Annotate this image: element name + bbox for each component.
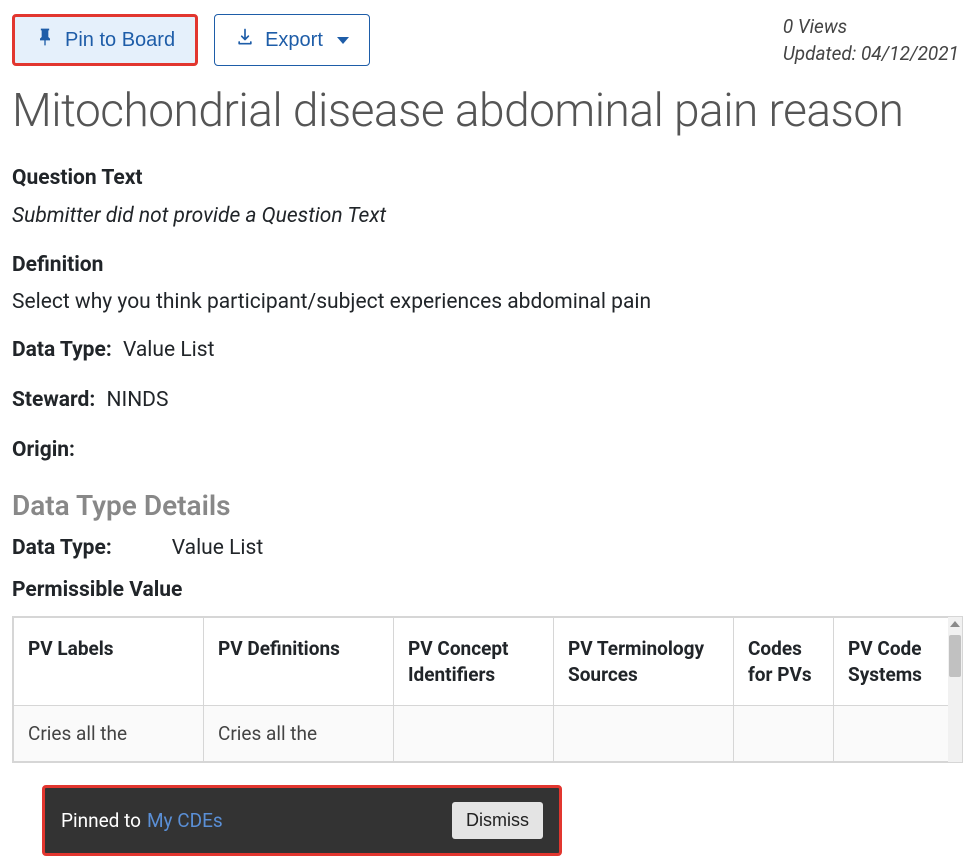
data-type-value: Value List [123, 338, 214, 362]
page-title: Mitochondrial disease abdominal pain rea… [0, 67, 975, 146]
details-data-type-label: Data Type: [12, 536, 112, 560]
data-type-label: Data Type: [12, 338, 112, 362]
meta-info: 0 Views Updated: 04/12/2021 [783, 14, 963, 67]
data-type-details-title: Data Type Details [12, 489, 963, 522]
pin-to-board-button[interactable]: Pin to Board [12, 14, 198, 66]
th-codes-for-pvs: Codes for PVs [734, 618, 834, 706]
updated-date: Updated: 04/12/2021 [783, 41, 959, 68]
toast-link[interactable]: My CDEs [147, 809, 223, 832]
th-pv-concept-identifiers: PV Concept Identifiers [394, 618, 554, 706]
export-button-label: Export [265, 29, 323, 52]
question-text-label: Question Text [12, 162, 963, 196]
export-button[interactable]: Export [214, 14, 370, 66]
steward-label: Steward: [12, 388, 95, 412]
table-header-row: PV Labels PV Definitions PV Concept Iden… [14, 618, 964, 706]
download-icon [235, 27, 255, 53]
permissible-value-table: PV Labels PV Definitions PV Concept Iden… [13, 617, 963, 762]
views-count: 0 Views [783, 14, 959, 41]
permissible-value-label: Permissible Value [12, 578, 963, 602]
chevron-down-icon [337, 37, 349, 44]
definition-value: Select why you think participant/subject… [12, 287, 963, 319]
scrollbar[interactable] [948, 617, 962, 762]
th-pv-code-systems: PV Code Systems [834, 618, 964, 706]
th-pv-definitions: PV Definitions [204, 618, 394, 706]
scrollbar-thumb[interactable] [949, 635, 961, 677]
pin-button-label: Pin to Board [65, 29, 175, 52]
th-pv-labels: PV Labels [14, 618, 204, 706]
origin-label: Origin: [12, 438, 75, 462]
permissible-value-table-wrap: PV Labels PV Definitions PV Concept Iden… [12, 616, 963, 763]
scroll-up-icon [950, 621, 960, 627]
details-data-type-value: Value List [172, 536, 263, 560]
toast-prefix: Pinned to [61, 809, 141, 832]
cell-pv-terminology [554, 706, 734, 762]
cell-pv-label: Cries all the [14, 706, 204, 762]
toast-notification: Pinned to My CDEs Dismiss [42, 785, 562, 856]
cell-codes [734, 706, 834, 762]
dismiss-button[interactable]: Dismiss [452, 802, 543, 839]
definition-label: Definition [12, 249, 963, 283]
cell-code-systems [834, 706, 964, 762]
table-row: Cries all the Cries all the [14, 706, 964, 762]
pin-icon [35, 27, 55, 53]
cell-pv-definition: Cries all the [204, 706, 394, 762]
th-pv-terminology-sources: PV Terminology Sources [554, 618, 734, 706]
question-text-value: Submitter did not provide a Question Tex… [12, 200, 963, 234]
cell-pv-concept [394, 706, 554, 762]
steward-value: NINDS [107, 388, 169, 412]
